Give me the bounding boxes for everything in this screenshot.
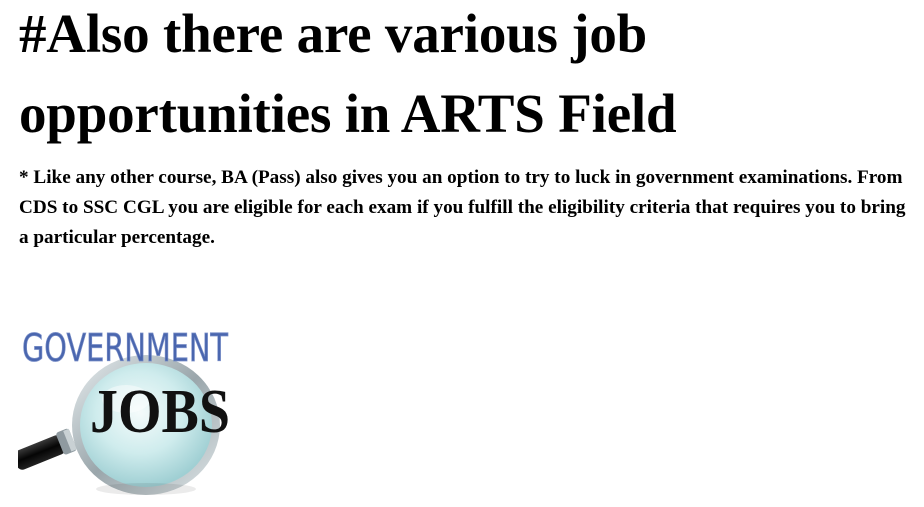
page-heading: #Also there are various job opportunitie… xyxy=(19,0,919,154)
government-jobs-image: GOVERNMENT JOBS xyxy=(18,317,232,507)
heading-line-2: opportunities in ARTS Field xyxy=(19,83,677,144)
image-main-word: JOBS xyxy=(90,378,230,446)
image-top-word: GOVERNMENT xyxy=(22,326,229,370)
body-paragraph: * Like any other course, BA (Pass) also … xyxy=(19,167,906,248)
heading-line-1: #Also there are various job xyxy=(19,3,648,64)
magnifying-glass-icon: GOVERNMENT JOBS xyxy=(18,326,230,495)
